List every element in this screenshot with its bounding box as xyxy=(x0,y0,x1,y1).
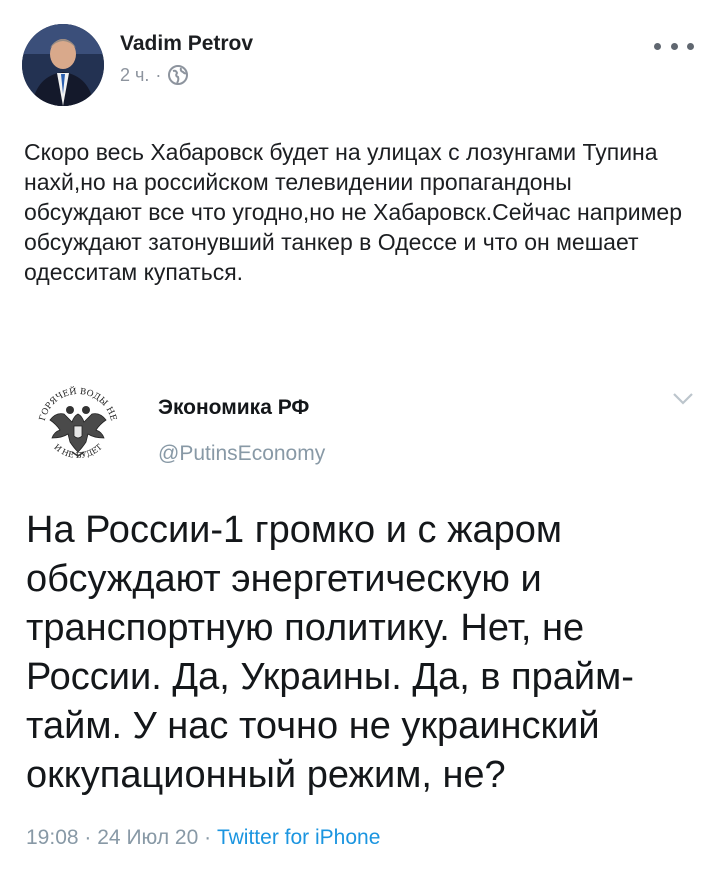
tweet-source-link[interactable]: Twitter for iPhone xyxy=(217,826,380,849)
author-avatar[interactable] xyxy=(22,24,104,106)
post-time[interactable]: 2 ч. xyxy=(120,65,149,86)
tweet-author-name[interactable]: Экономика РФ xyxy=(158,396,309,420)
post-header: Vadim Petrov 2 ч. · xyxy=(22,24,702,108)
tweet-footer: 19:08 · 24 Июл 20 · Twitter for iPhone xyxy=(26,826,380,850)
post-text: Скоро весь Хабаровск будет на улицах с л… xyxy=(24,139,683,285)
more-dot xyxy=(687,42,694,50)
chevron-down-icon[interactable] xyxy=(672,392,694,406)
more-dot xyxy=(670,42,678,50)
tweet-time[interactable]: 19:08 xyxy=(26,826,79,849)
tweet-avatar[interactable]: ГОРЯЧЕЙ ВОДЫ НЕ И НЕ БУДЕТ xyxy=(34,382,122,470)
footer-dot: · xyxy=(84,826,92,849)
tweet-author-handle[interactable]: @PutinsEconomy xyxy=(158,442,325,466)
tweet-date[interactable]: 24 Июл 20 xyxy=(97,826,198,849)
tweet-text: На России-1 громко и с жаром обсуждают э… xyxy=(26,509,634,796)
author-name[interactable]: Vadim Petrov xyxy=(120,32,253,56)
meta-separator: · xyxy=(155,64,162,85)
more-dot xyxy=(654,42,661,50)
more-options-icon[interactable] xyxy=(654,34,694,58)
post-meta: 2 ч. · xyxy=(120,64,189,86)
globe-icon[interactable] xyxy=(167,64,189,86)
footer-dot: · xyxy=(204,826,212,849)
embedded-tweet[interactable]: ГОРЯЧЕЙ ВОДЫ НЕ И НЕ БУДЕТ Экономика РФ … xyxy=(0,370,720,875)
